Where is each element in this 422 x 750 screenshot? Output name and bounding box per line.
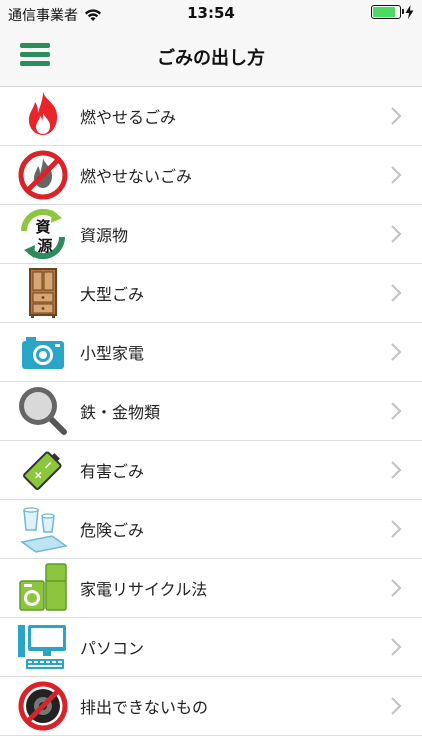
chevron-right-icon bbox=[391, 284, 402, 302]
list-item-non-burnable[interactable]: 燃やせないごみ bbox=[0, 146, 422, 205]
no-burn-icon bbox=[16, 148, 70, 202]
chevron-right-icon bbox=[391, 166, 402, 184]
chevron-right-icon bbox=[391, 225, 402, 243]
page-title: ごみの出し方 bbox=[157, 48, 265, 69]
broken-glass-icon bbox=[16, 502, 70, 556]
chevron-right-icon bbox=[391, 697, 402, 715]
list-item-label: 家電リサイクル法 bbox=[80, 580, 208, 599]
status-bar: 通信事業者 13:54 bbox=[0, 0, 422, 26]
chevron-right-icon bbox=[391, 520, 402, 538]
list-item-label: 危険ごみ bbox=[80, 521, 145, 540]
battery-indicator bbox=[371, 5, 404, 19]
list-item-label: 燃やせないごみ bbox=[80, 167, 193, 186]
list-item-label: パソコン bbox=[80, 639, 145, 658]
svg-text:源: 源 bbox=[37, 237, 52, 255]
cabinet-icon bbox=[16, 266, 70, 320]
list-item-burnable[interactable]: 燃やせるごみ bbox=[0, 87, 422, 146]
chevron-right-icon bbox=[391, 638, 402, 656]
chevron-right-icon bbox=[391, 107, 402, 125]
list-item-not-collectable[interactable]: 排出できないもの bbox=[0, 677, 422, 736]
charging-bolt-icon bbox=[405, 5, 414, 19]
list-item-small-appliances[interactable]: 小型家電 bbox=[0, 323, 422, 382]
list-item-label: 小型家電 bbox=[80, 344, 145, 363]
list-item-hazardous[interactable]: + − 有害ごみ bbox=[0, 441, 422, 500]
chevron-right-icon bbox=[391, 402, 402, 420]
list-item-oversized[interactable]: 大型ごみ bbox=[0, 264, 422, 323]
flame-icon bbox=[16, 89, 70, 143]
list-item-label: 鉄・金物類 bbox=[80, 403, 161, 422]
list-item-label: 排出できないもの bbox=[80, 698, 209, 717]
prohibited-tire-icon bbox=[16, 679, 70, 733]
list-item-label: 燃やせるごみ bbox=[80, 108, 177, 127]
appliances-icon bbox=[16, 561, 70, 615]
category-list: 燃やせるごみ 燃やせないごみ 資 源 資源物 大型ごみ 小型家電 鉄・金物類 +… bbox=[0, 87, 422, 736]
chevron-right-icon bbox=[391, 461, 402, 479]
list-item-resources[interactable]: 資 源 資源物 bbox=[0, 205, 422, 264]
recycle-resource-icon: 資 源 bbox=[16, 207, 70, 261]
camera-icon bbox=[16, 325, 70, 379]
frying-pan-icon bbox=[16, 384, 70, 438]
list-item-label: 資源物 bbox=[80, 226, 129, 245]
list-item-metals[interactable]: 鉄・金物類 bbox=[0, 382, 422, 441]
chevron-right-icon bbox=[391, 343, 402, 361]
navigation-bar: ごみの出し方 bbox=[0, 26, 422, 87]
list-item-computers[interactable]: パソコン bbox=[0, 618, 422, 677]
list-item-label: 大型ごみ bbox=[80, 285, 145, 304]
status-time: 13:54 bbox=[187, 4, 235, 22]
svg-text:資: 資 bbox=[35, 218, 50, 236]
computer-icon bbox=[16, 620, 70, 674]
battery-fill bbox=[373, 7, 395, 17]
chevron-right-icon bbox=[391, 579, 402, 597]
list-item-label: 有害ごみ bbox=[80, 462, 145, 481]
list-item-appliance-recycling-law[interactable]: 家電リサイクル法 bbox=[0, 559, 422, 618]
battery-icon: + − bbox=[16, 443, 70, 497]
list-item-dangerous[interactable]: 危険ごみ bbox=[0, 500, 422, 559]
